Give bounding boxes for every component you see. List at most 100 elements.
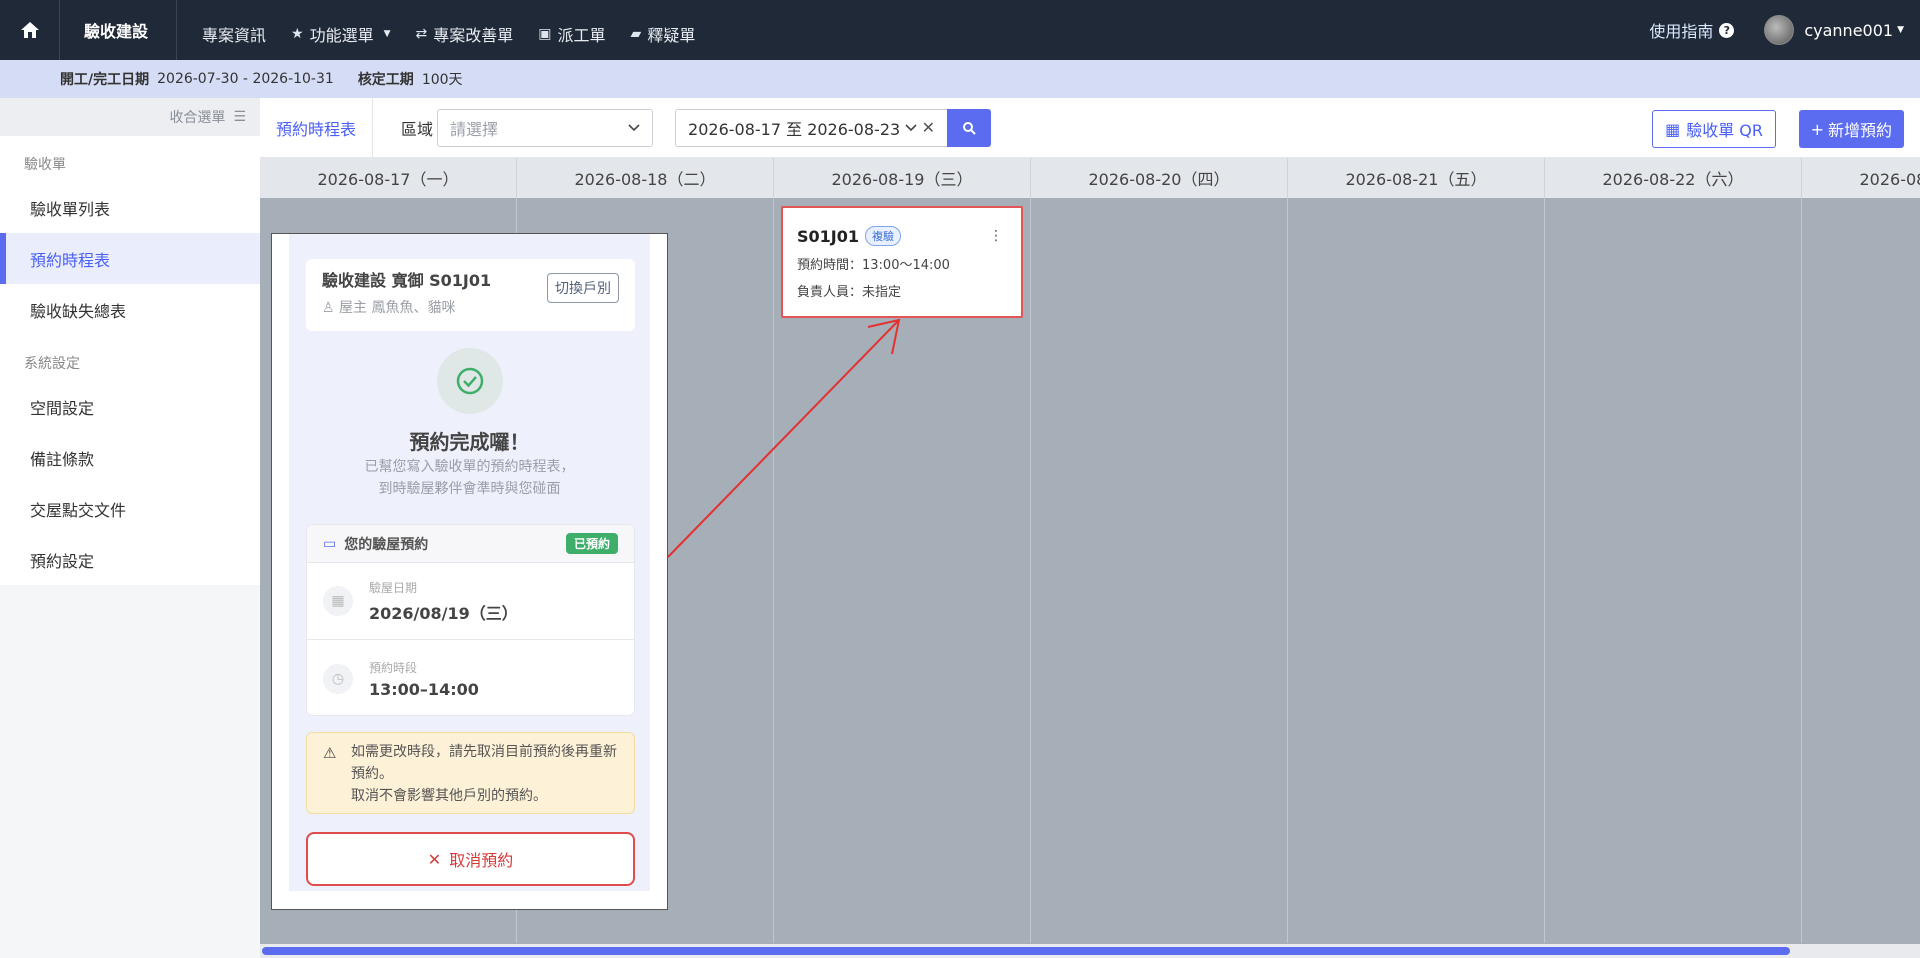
sidebar-item-handover-docs[interactable]: 交屋點交文件 bbox=[0, 483, 260, 534]
collapse-menu-button[interactable]: 收合選單 ☰ bbox=[0, 98, 260, 136]
event-title: S01J01 複驗 bbox=[797, 226, 1007, 246]
mobile-screen: 驗收建設 寬御 S01J01 ♙ 屋主 鳳魚魚、貓咪 切換戶別 預約完成囉！ 已… bbox=[289, 234, 650, 891]
day-column[interactable] bbox=[1545, 198, 1802, 943]
day-column[interactable] bbox=[1031, 198, 1288, 943]
project-info-bar: 開工/完工日期 2026-07-30 - 2026-10-31 核定工期 100… bbox=[0, 60, 1920, 98]
day-column[interactable] bbox=[1802, 198, 1920, 943]
sidebar-menu: 驗收單 驗收單列表 預約時程表 驗收缺失總表 系統設定 空間設定 備註條款 交屋… bbox=[0, 136, 260, 585]
sidebar-item-space-settings[interactable]: 空間設定 bbox=[0, 381, 260, 432]
brand-title[interactable]: 驗收建設 bbox=[60, 0, 178, 60]
star-icon: ★ bbox=[291, 26, 304, 42]
time-label: 預約時段 bbox=[369, 660, 418, 675]
mobile-preview: 驗收建設 寬御 S01J01 ♙ 屋主 鳳魚魚、貓咪 切換戶別 預約完成囉！ 已… bbox=[271, 233, 668, 910]
menu-icon: ☰ bbox=[233, 109, 246, 125]
recheck-badge: 複驗 bbox=[865, 226, 902, 246]
guide-label: 使用指南 bbox=[1649, 22, 1714, 41]
sidebar-item-notes[interactable]: 備註條款 bbox=[0, 432, 260, 483]
reservation-title: 您的驗屋預約 bbox=[344, 536, 429, 553]
guide-link[interactable]: 使用指南 ? bbox=[1649, 18, 1735, 42]
day-header: 2026-08-23（日） bbox=[1802, 158, 1920, 198]
badge-icon: ▣ bbox=[538, 26, 552, 42]
done-desc-line: 到時驗屋夥伴會準時與您碰面 bbox=[378, 481, 561, 497]
warning-box: ⚠ 如需更改時段，請先取消目前預約後再重新預約。 取消不會影響其他戶別的預約。 bbox=[306, 732, 635, 814]
qr-button[interactable]: ▦ 驗收單 QR bbox=[1652, 110, 1776, 148]
clock-icon: ◷ bbox=[323, 663, 353, 694]
duration-label: 核定工期 bbox=[357, 72, 414, 88]
day-header: 2026-08-20（四） bbox=[1031, 158, 1288, 198]
search-icon bbox=[963, 121, 976, 135]
day-header: 2026-08-17（一） bbox=[260, 158, 517, 198]
help-icon: ? bbox=[1719, 22, 1735, 38]
more-vert-icon[interactable]: ⋮ bbox=[989, 228, 1003, 244]
nav-project-info[interactable]: 專案資訊 bbox=[202, 0, 266, 60]
booking-event-card[interactable]: S01J01 複驗 ⋮ 預約時間：13:00〜14:00 負責人員：未指定 bbox=[781, 206, 1023, 318]
event-unit: S01J01 bbox=[797, 226, 860, 246]
day-column[interactable] bbox=[1288, 198, 1545, 943]
collapse-label: 收合選單 bbox=[169, 110, 226, 126]
home-button[interactable] bbox=[0, 0, 60, 60]
warning-text: 如需更改時段，請先取消目前預約後再重新預約。 bbox=[351, 744, 617, 782]
caret-down-icon: ▼ bbox=[383, 29, 391, 39]
top-navbar: 驗收建設 專案資訊 ★ 功能選單 ▼ ⇄ 專案改善單 ▣ 派工單 ▰ 釋疑單 使… bbox=[0, 0, 1920, 60]
area-placeholder: 請選擇 bbox=[450, 119, 499, 139]
day-header: 2026-08-21（五） bbox=[1288, 158, 1545, 198]
date-row: ▦ 驗屋日期 2026/08/19（三） bbox=[307, 563, 634, 640]
qr-label: 驗收單 QR bbox=[1686, 121, 1763, 140]
nav-function-menu[interactable]: ★ 功能選單 ▼ bbox=[291, 0, 391, 60]
nav-label: 派工單 bbox=[557, 26, 606, 45]
nav-label: 釋疑單 bbox=[647, 26, 696, 45]
username[interactable]: cyanne001 bbox=[1804, 21, 1893, 40]
schedule-toolbar: 預約時程表 區域 請選擇 2026-08-17 至 2026-08-23 ✕ ▦… bbox=[260, 97, 1920, 158]
area-select[interactable]: 請選擇 bbox=[437, 108, 654, 147]
sidebar: 收合選單 ☰ 驗收單 驗收單列表 預約時程表 驗收缺失總表 系統設定 空間設定 … bbox=[0, 98, 260, 958]
sidebar-group-title: 系統設定 bbox=[24, 356, 80, 372]
person-icon: ♙ bbox=[322, 300, 335, 316]
cancel-label: 取消預約 bbox=[449, 851, 514, 870]
date-value: 2026/08/19（三） bbox=[369, 603, 518, 623]
time-value: 13:00–14:00 bbox=[369, 679, 479, 699]
sidebar-item-defects-summary[interactable]: 驗收缺失總表 bbox=[0, 284, 260, 335]
start-end-label: 開工/完工日期 bbox=[60, 72, 150, 88]
time-row: ◷ 預約時段 13:00–14:00 bbox=[307, 640, 634, 715]
reservation-card: ▭ 您的驗屋預約 已預約 ▦ 驗屋日期 2026/08/19（三） ◷ 預約時段… bbox=[306, 524, 635, 716]
horizontal-scrollbar[interactable] bbox=[262, 947, 1790, 955]
done-description: 已幫您寫入驗收單的預約時程表， 到時驗屋夥伴會準時與您碰面 bbox=[289, 456, 650, 500]
close-icon: ✕ bbox=[427, 849, 442, 869]
add-label: 新增預約 bbox=[1827, 121, 1892, 140]
calendar-header: 2026-08-17（一） 2026-08-18（二） 2026-08-19（三… bbox=[260, 158, 1920, 198]
event-person: 負責人員：未指定 bbox=[797, 285, 902, 300]
tab-schedule[interactable]: 預約時程表 bbox=[260, 97, 374, 158]
duration-value: 100天 bbox=[421, 72, 463, 88]
sidebar-item-schedule[interactable]: 預約時程表 bbox=[0, 233, 260, 284]
nav-clarification[interactable]: ▰ 釋疑單 bbox=[631, 0, 696, 60]
date-label: 驗屋日期 bbox=[369, 580, 418, 595]
avatar[interactable] bbox=[1764, 15, 1795, 45]
day-header: 2026-08-19（三） bbox=[774, 158, 1031, 198]
qr-icon: ▦ bbox=[1665, 119, 1681, 139]
nav-dispatch[interactable]: ▣ 派工單 bbox=[538, 0, 605, 60]
calendar-icon: ▦ bbox=[323, 586, 353, 616]
sidebar-item-inspection-list[interactable]: 驗收單列表 bbox=[0, 182, 260, 233]
calendar-icon: ▭ bbox=[323, 535, 337, 552]
date-range-input[interactable]: 2026-08-17 至 2026-08-23 ✕ bbox=[675, 108, 948, 147]
owner-names: 屋主 鳳魚魚、貓咪 bbox=[339, 300, 456, 316]
clear-icon[interactable]: ✕ bbox=[922, 118, 935, 137]
warning-icon: ⚠ bbox=[323, 744, 337, 762]
add-booking-button[interactable]: + 新增預約 bbox=[1798, 110, 1904, 148]
caret-down-icon: ▼ bbox=[1897, 25, 1904, 35]
switch-unit-button[interactable]: 切換戶別 bbox=[547, 273, 619, 303]
chevron-down-icon[interactable] bbox=[905, 123, 917, 132]
booked-badge: 已預約 bbox=[565, 533, 618, 554]
area-label: 區域 bbox=[401, 119, 434, 139]
cancel-booking-button[interactable]: ✕ 取消預約 bbox=[306, 832, 635, 886]
home-icon bbox=[20, 22, 39, 38]
swap-icon: ⇄ bbox=[415, 26, 428, 42]
chat-icon: ▰ bbox=[630, 26, 642, 42]
sidebar-item-booking-settings[interactable]: 預約設定 bbox=[0, 534, 260, 585]
search-button[interactable] bbox=[947, 108, 992, 147]
nav-label: 功能選單 bbox=[309, 26, 374, 45]
check-circle-icon bbox=[437, 348, 503, 414]
nav-improvement[interactable]: ⇄ 專案改善單 bbox=[416, 0, 514, 60]
day-header: 2026-08-18（二） bbox=[517, 158, 774, 198]
date-range-value: 2026-08-17 至 2026-08-23 bbox=[688, 119, 901, 139]
